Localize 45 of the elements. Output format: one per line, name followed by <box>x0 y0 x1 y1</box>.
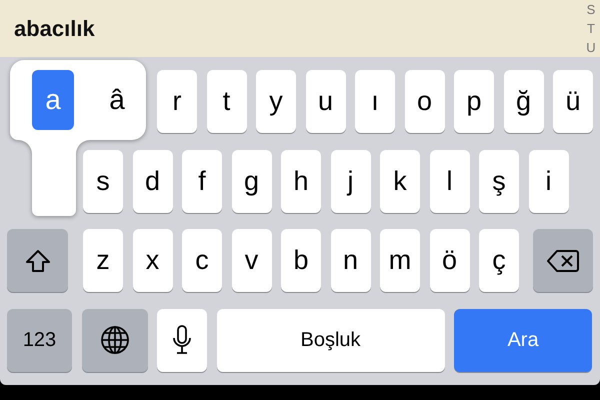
letter-key[interactable]: ğ <box>504 70 544 133</box>
index-letter[interactable]: T <box>584 19 598 38</box>
search-query: abacılık <box>14 16 95 42</box>
letter-key[interactable]: i <box>528 150 568 212</box>
letter-key[interactable]: ü <box>553 70 593 133</box>
letter-key[interactable]: z <box>83 229 123 292</box>
letter-key[interactable]: n <box>330 229 370 292</box>
letter-key[interactable]: ö <box>430 229 470 292</box>
letter-key[interactable]: j <box>330 150 370 212</box>
dictation-key[interactable] <box>157 308 207 372</box>
letter-key[interactable]: d <box>132 150 172 212</box>
globe-icon <box>100 325 130 355</box>
letter-key[interactable]: ç <box>479 229 519 292</box>
letter-key[interactable]: u <box>306 70 346 133</box>
letter-key[interactable]: v <box>232 229 272 292</box>
shift-icon <box>24 248 50 272</box>
letter-key[interactable]: t <box>206 70 246 133</box>
accent-option[interactable]: â <box>96 70 138 130</box>
microphone-icon <box>172 324 192 356</box>
letter-key[interactable]: b <box>281 229 321 292</box>
letter-key[interactable]: y <box>256 70 296 133</box>
letter-key[interactable]: ş <box>479 150 519 212</box>
letter-key[interactable]: s <box>83 150 123 212</box>
letter-key[interactable]: g <box>232 150 272 212</box>
letter-key[interactable]: x <box>132 229 172 292</box>
accent-option[interactable]: a <box>32 70 74 130</box>
letter-key[interactable]: ı <box>355 70 395 133</box>
letter-key[interactable]: p <box>454 70 494 133</box>
letter-key[interactable]: l <box>430 150 470 212</box>
letter-key[interactable]: m <box>380 229 420 292</box>
letter-key[interactable]: r <box>157 70 197 133</box>
letter-key[interactable]: c <box>182 229 222 292</box>
backspace-icon <box>546 248 580 272</box>
index-letter[interactable]: U <box>584 38 598 57</box>
space-key[interactable]: Boşluk <box>216 308 444 372</box>
letter-key[interactable]: k <box>380 150 420 212</box>
letter-key[interactable]: h <box>281 150 321 212</box>
globe-key[interactable] <box>82 308 148 372</box>
search-key[interactable]: Ara <box>454 308 592 372</box>
shift-key[interactable] <box>7 229 68 292</box>
index-letter[interactable]: S <box>584 0 598 19</box>
backspace-key[interactable] <box>533 229 593 292</box>
numbers-key[interactable]: 123 <box>7 308 72 372</box>
letter-key[interactable]: f <box>182 150 222 212</box>
letter-key[interactable]: o <box>404 70 444 133</box>
